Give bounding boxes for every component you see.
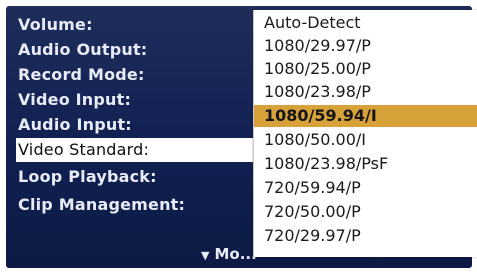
video-standard-dropdown[interactable]: Auto-Detect 1080/29.97/P 1080/25.00/P 10… bbox=[253, 10, 477, 264]
menu-item-loop-playback[interactable]: Loop Playback: bbox=[16, 165, 268, 189]
menu-item-audio-output[interactable]: Audio Output: bbox=[16, 38, 268, 62]
menu-item-record-mode[interactable]: Record Mode: bbox=[16, 63, 268, 87]
menu-item-video-standard[interactable]: Video Standard: bbox=[16, 138, 272, 162]
dropdown-option[interactable]: 1080/50.00/I bbox=[254, 129, 477, 151]
dropdown-option[interactable]: 1080/25.00/P bbox=[254, 58, 477, 80]
menu-item-clip-management[interactable]: Clip Management: bbox=[16, 193, 268, 217]
settings-menu: Volume: Audio Output: Record Mode: Video… bbox=[6, 6, 272, 268]
dropdown-option-highlighted[interactable]: 1080/59.94/I bbox=[254, 105, 477, 127]
dropdown-option[interactable]: 720/50.00/P bbox=[254, 201, 477, 223]
dropdown-option[interactable]: 1080/29.97/P bbox=[254, 35, 477, 57]
device-screen: Volume: Audio Output: Record Mode: Video… bbox=[0, 0, 477, 274]
menu-item-video-input[interactable]: Video Input: bbox=[16, 88, 268, 112]
more-label: Mo... bbox=[214, 245, 257, 263]
menu-item-volume[interactable]: Volume: bbox=[16, 13, 268, 37]
dropdown-option[interactable]: 720/29.97/P bbox=[254, 225, 477, 247]
dropdown-option[interactable]: Auto-Detect bbox=[254, 12, 477, 34]
more-options-indicator: ... bbox=[369, 248, 386, 264]
dropdown-option[interactable]: 1080/23.98/P bbox=[254, 81, 477, 103]
dropdown-option[interactable]: 720/59.94/P bbox=[254, 177, 477, 199]
chevron-down-icon: ▼ bbox=[201, 249, 210, 262]
menu-item-audio-input[interactable]: Audio Input: bbox=[16, 113, 268, 137]
dropdown-option[interactable]: 1080/23.98/PsF bbox=[254, 153, 477, 175]
